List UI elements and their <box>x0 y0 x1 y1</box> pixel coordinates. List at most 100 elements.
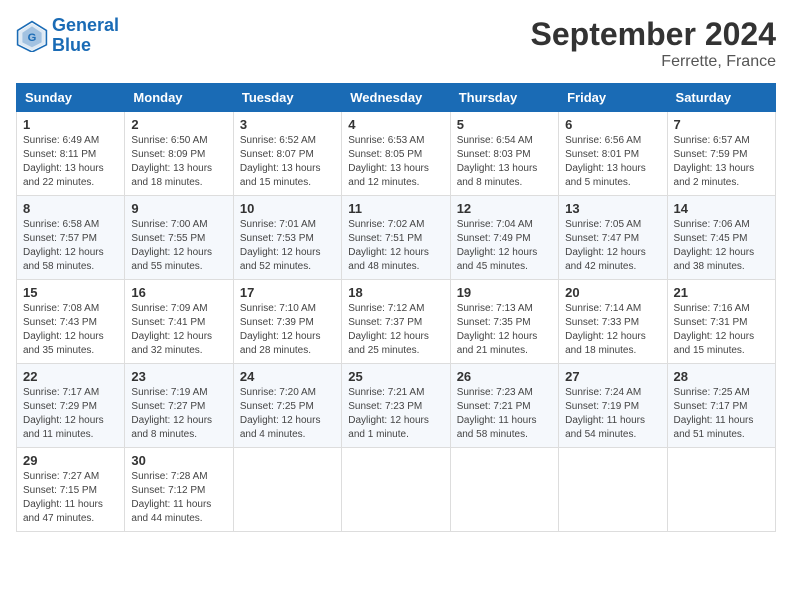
day-cell: 25 Sunrise: 7:21 AMSunset: 7:23 PMDayligh… <box>342 364 450 448</box>
day-number: 6 <box>565 117 660 132</box>
day-number: 21 <box>674 285 769 300</box>
empty-cell <box>559 448 667 532</box>
day-info: Sunrise: 6:53 AMSunset: 8:05 PMDaylight:… <box>348 134 443 190</box>
calendar: SundayMondayTuesdayWednesdayThursdayFrid… <box>16 83 776 532</box>
day-cell: 10Sunrise: 7:01 AMSunset: 7:53 PMDayligh… <box>233 196 341 280</box>
day-cell: 6 Sunrise: 6:56 AMSunset: 8:01 PMDaylight… <box>559 112 667 196</box>
day-info: Sunrise: 7:05 AMSunset: 7:47 PMDaylight:… <box>565 218 660 274</box>
day-cell: 20 Sunrise: 7:14 AMSunset: 7:33 PMDayligh… <box>559 280 667 364</box>
empty-cell <box>342 448 450 532</box>
day-info: Sunrise: 7:09 AMSunset: 7:41 PMDaylight:… <box>131 302 226 358</box>
day-number: 30 <box>131 453 226 468</box>
day-number: 11 <box>348 201 443 216</box>
day-info: Sunrise: 7:23 AMSunset: 7:21 PMDaylight:… <box>457 386 552 442</box>
day-cell: 18 Sunrise: 7:12 AMSunset: 7:37 PMDayligh… <box>342 280 450 364</box>
day-number: 23 <box>131 369 226 384</box>
empty-cell <box>450 448 558 532</box>
day-info: Sunrise: 7:28 AMSunset: 7:12 PMDaylight:… <box>131 470 226 526</box>
day-cell: 24 Sunrise: 7:20 AMSunset: 7:25 PMDayligh… <box>233 364 341 448</box>
day-number: 28 <box>674 369 769 384</box>
day-cell: 15 Sunrise: 7:08 AMSunset: 7:43 PMDayligh… <box>17 280 125 364</box>
day-cell: 16Sunrise: 7:09 AMSunset: 7:41 PMDayligh… <box>125 280 233 364</box>
day-number: 18 <box>348 285 443 300</box>
day-number: 12 <box>457 201 552 216</box>
col-header-tuesday: Tuesday <box>233 84 341 112</box>
day-info: Sunrise: 7:08 AMSunset: 7:43 PMDaylight:… <box>23 302 118 358</box>
day-cell: 4Sunrise: 6:53 AMSunset: 8:05 PMDaylight… <box>342 112 450 196</box>
day-info: Sunrise: 6:50 AMSunset: 8:09 PMDaylight:… <box>131 134 226 190</box>
day-number: 20 <box>565 285 660 300</box>
day-info: Sunrise: 6:54 AMSunset: 8:03 PMDaylight:… <box>457 134 552 190</box>
day-number: 9 <box>131 201 226 216</box>
day-number: 7 <box>674 117 769 132</box>
day-cell: 11 Sunrise: 7:02 AMSunset: 7:51 PMDayligh… <box>342 196 450 280</box>
day-info: Sunrise: 7:14 AMSunset: 7:33 PMDaylight:… <box>565 302 660 358</box>
logo: G General Blue <box>16 16 119 56</box>
day-cell: 30 Sunrise: 7:28 AMSunset: 7:12 PMDayligh… <box>125 448 233 532</box>
day-info: Sunrise: 7:01 AMSunset: 7:53 PMDaylight:… <box>240 218 335 274</box>
day-info: Sunrise: 7:21 AMSunset: 7:23 PMDaylight:… <box>348 386 443 442</box>
col-header-thursday: Thursday <box>450 84 558 112</box>
day-number: 2 <box>131 117 226 132</box>
col-header-sunday: Sunday <box>17 84 125 112</box>
day-number: 24 <box>240 369 335 384</box>
col-header-monday: Monday <box>125 84 233 112</box>
day-number: 13 <box>565 201 660 216</box>
day-info: Sunrise: 7:00 AMSunset: 7:55 PMDaylight:… <box>131 218 226 274</box>
day-cell: 13 Sunrise: 7:05 AMSunset: 7:47 PMDayligh… <box>559 196 667 280</box>
day-info: Sunrise: 7:19 AMSunset: 7:27 PMDaylight:… <box>131 386 226 442</box>
location: Ferrette, France <box>531 53 776 71</box>
month-title: September 2024 <box>531 16 776 53</box>
svg-text:G: G <box>28 32 37 44</box>
day-info: Sunrise: 7:27 AMSunset: 7:15 PMDaylight:… <box>23 470 118 526</box>
day-cell: 2 Sunrise: 6:50 AMSunset: 8:09 PMDaylight… <box>125 112 233 196</box>
day-number: 29 <box>23 453 118 468</box>
day-info: Sunrise: 6:58 AMSunset: 7:57 PMDaylight:… <box>23 218 118 274</box>
day-cell: 12Sunrise: 7:04 AMSunset: 7:49 PMDayligh… <box>450 196 558 280</box>
day-number: 25 <box>348 369 443 384</box>
day-number: 5 <box>457 117 552 132</box>
day-number: 1 <box>23 117 118 132</box>
day-number: 27 <box>565 369 660 384</box>
day-info: Sunrise: 6:56 AMSunset: 8:01 PMDaylight:… <box>565 134 660 190</box>
day-cell: 1 Sunrise: 6:49 AMSunset: 8:11 PMDaylight… <box>17 112 125 196</box>
day-info: Sunrise: 7:16 AMSunset: 7:31 PMDaylight:… <box>674 302 769 358</box>
empty-cell <box>667 448 775 532</box>
day-info: Sunrise: 7:25 AMSunset: 7:17 PMDaylight:… <box>674 386 769 442</box>
empty-cell <box>233 448 341 532</box>
day-number: 15 <box>23 285 118 300</box>
day-info: Sunrise: 7:13 AMSunset: 7:35 PMDaylight:… <box>457 302 552 358</box>
day-cell: 22Sunrise: 7:17 AMSunset: 7:29 PMDayligh… <box>17 364 125 448</box>
day-cell: 29 Sunrise: 7:27 AMSunset: 7:15 PMDayligh… <box>17 448 125 532</box>
day-cell: 14Sunrise: 7:06 AMSunset: 7:45 PMDayligh… <box>667 196 775 280</box>
logo-icon: G <box>16 20 48 52</box>
title-block: September 2024 Ferrette, France <box>531 16 776 71</box>
day-info: Sunrise: 6:57 AMSunset: 7:59 PMDaylight:… <box>674 134 769 190</box>
logo-text: General Blue <box>52 16 119 56</box>
day-cell: 28 Sunrise: 7:25 AMSunset: 7:17 PMDayligh… <box>667 364 775 448</box>
day-number: 3 <box>240 117 335 132</box>
day-info: Sunrise: 7:17 AMSunset: 7:29 PMDaylight:… <box>23 386 118 442</box>
day-cell: 21 Sunrise: 7:16 AMSunset: 7:31 PMDayligh… <box>667 280 775 364</box>
day-cell: 17Sunrise: 7:10 AMSunset: 7:39 PMDayligh… <box>233 280 341 364</box>
day-cell: 19 Sunrise: 7:13 AMSunset: 7:35 PMDayligh… <box>450 280 558 364</box>
col-header-saturday: Saturday <box>667 84 775 112</box>
col-header-friday: Friday <box>559 84 667 112</box>
day-info: Sunrise: 7:02 AMSunset: 7:51 PMDaylight:… <box>348 218 443 274</box>
day-cell: 3Sunrise: 6:52 AMSunset: 8:07 PMDaylight… <box>233 112 341 196</box>
day-cell: 5 Sunrise: 6:54 AMSunset: 8:03 PMDaylight… <box>450 112 558 196</box>
day-cell: 9 Sunrise: 7:00 AMSunset: 7:55 PMDaylight… <box>125 196 233 280</box>
day-info: Sunrise: 7:24 AMSunset: 7:19 PMDaylight:… <box>565 386 660 442</box>
day-info: Sunrise: 7:10 AMSunset: 7:39 PMDaylight:… <box>240 302 335 358</box>
day-number: 8 <box>23 201 118 216</box>
day-number: 26 <box>457 369 552 384</box>
day-info: Sunrise: 6:49 AMSunset: 8:11 PMDaylight:… <box>23 134 118 190</box>
day-number: 19 <box>457 285 552 300</box>
day-info: Sunrise: 7:12 AMSunset: 7:37 PMDaylight:… <box>348 302 443 358</box>
day-cell: 26 Sunrise: 7:23 AMSunset: 7:21 PMDayligh… <box>450 364 558 448</box>
day-cell: 23 Sunrise: 7:19 AMSunset: 7:27 PMDayligh… <box>125 364 233 448</box>
page-header: G General Blue September 2024 Ferrette, … <box>16 16 776 71</box>
col-header-wednesday: Wednesday <box>342 84 450 112</box>
day-cell: 27 Sunrise: 7:24 AMSunset: 7:19 PMDayligh… <box>559 364 667 448</box>
day-info: Sunrise: 7:20 AMSunset: 7:25 PMDaylight:… <box>240 386 335 442</box>
